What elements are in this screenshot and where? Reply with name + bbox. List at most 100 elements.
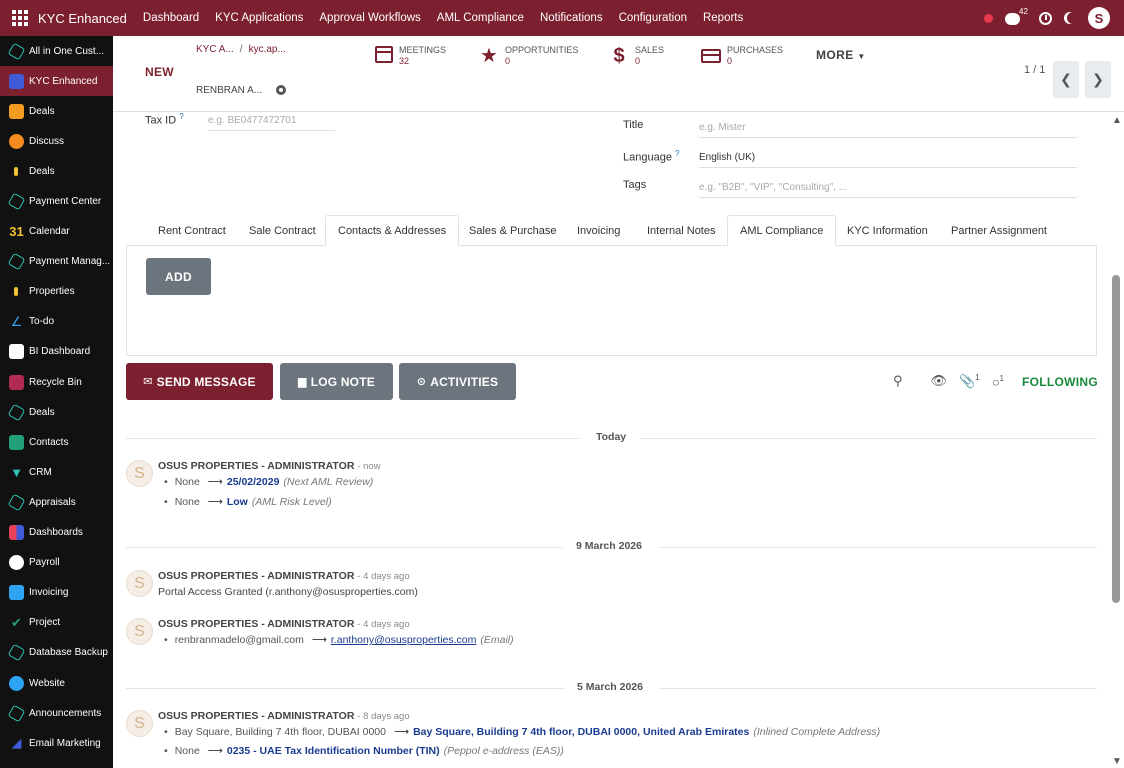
dark-mode-moon-icon[interactable] — [1067, 12, 1079, 24]
breadcrumb-root[interactable]: KYC A... — [196, 44, 234, 55]
menu-aml-compliance[interactable]: AML Compliance — [429, 12, 532, 24]
tab-sales-purchase[interactable]: Sales & Purchase — [457, 215, 568, 246]
breadcrumb-current[interactable]: kyc.ap... — [249, 44, 286, 55]
sidebar-item-deals-2[interactable]: Deals — [0, 156, 113, 186]
stat-value: 32 — [399, 56, 410, 66]
sidebar-item-label: Invoicing — [29, 587, 69, 599]
tab-partner-assignment[interactable]: Partner Assignment — [939, 215, 1059, 246]
sidebar-item-label: All in One Cust... — [29, 45, 105, 57]
status-dot-icon[interactable] — [984, 13, 993, 23]
sidebar-item-all-in-one[interactable]: All in One Cust... — [0, 36, 113, 66]
sales-smart-button[interactable]: $ SALES 0 — [609, 45, 664, 66]
sidebar-item-project[interactable]: ✔ Project — [0, 608, 113, 638]
invoicing-icon — [9, 585, 24, 601]
stat-label: OPPORTUNITIES — [505, 45, 579, 55]
help-icon[interactable]: ? — [179, 112, 183, 121]
eye-icon[interactable]: 👁 — [931, 373, 948, 389]
tab-internal-notes[interactable]: Internal Notes — [635, 215, 727, 246]
sidebar-item-dashboards[interactable]: Dashboards — [0, 518, 113, 548]
sidebar-item-label: Deals — [29, 105, 55, 117]
menu-kyc-applications[interactable]: KYC Applications — [207, 12, 311, 24]
sidebar-item-calendar[interactable]: 31 Calendar — [0, 217, 113, 247]
menu-reports[interactable]: Reports — [695, 12, 751, 24]
sidebar-item-payment-management[interactable]: Payment Manag... — [0, 247, 113, 277]
sidebar-item-contacts[interactable]: Contacts — [0, 427, 113, 457]
following-button[interactable]: FOLLOWING — [1022, 375, 1098, 389]
followers-button[interactable]: ○1 — [992, 374, 1004, 389]
sidebar-item-properties[interactable]: Properties — [0, 277, 113, 307]
sidebar-item-appraisals[interactable]: Appraisals — [0, 487, 113, 517]
tab-contacts-addresses[interactable]: Contacts & Addresses — [325, 215, 460, 246]
tab-kyc-information[interactable]: KYC Information — [835, 215, 940, 246]
tab-content: ADD — [126, 245, 1097, 356]
dollar-icon: $ — [613, 45, 625, 67]
apps-menu-icon[interactable] — [10, 8, 30, 28]
day-separator: Today — [126, 431, 1097, 445]
tax-id-field[interactable]: e.g. BE0477472701 — [208, 115, 335, 131]
sidebar-item-todo[interactable]: ∠ To-do — [0, 307, 113, 337]
activity-clock-icon[interactable] — [1039, 11, 1052, 25]
sidebar-item-discuss[interactable]: Discuss — [0, 126, 113, 156]
vertical-scrollbar[interactable]: ▲ ▼ — [1110, 112, 1124, 768]
sidebar-item-kyc-enhanced[interactable]: KYC Enhanced — [0, 66, 113, 97]
tab-invoicing[interactable]: Invoicing — [565, 215, 632, 246]
sidebar-item-database-backup[interactable]: Database Backup — [0, 638, 113, 668]
avatar[interactable]: S — [126, 618, 153, 645]
menu-approval-workflows[interactable]: Approval Workflows — [311, 12, 428, 24]
meetings-smart-button[interactable]: MEETINGS 32 — [375, 45, 446, 66]
sidebar-item-website[interactable]: Website — [0, 668, 113, 698]
message-author: OSUS PROPERTIES - ADMINISTRATOR - 4 days… — [158, 618, 410, 630]
app-brand[interactable]: KYC Enhanced — [38, 11, 127, 26]
new-button[interactable]: NEW — [145, 65, 174, 79]
attachments-button[interactable]: 📎1 — [959, 373, 980, 389]
todo-icon: ∠ — [10, 313, 23, 329]
messaging-icon[interactable]: 42 — [1005, 7, 1028, 26]
avatar[interactable]: S — [126, 460, 153, 487]
sidebar-item-payroll[interactable]: Payroll — [0, 548, 113, 578]
tab-aml-compliance[interactable]: AML Compliance — [727, 215, 837, 246]
menu-notifications[interactable]: Notifications — [532, 12, 611, 24]
sidebar-item-deals[interactable]: Deals — [0, 96, 113, 126]
sidebar-item-bi-dashboard[interactable]: BI Dashboard — [0, 337, 113, 367]
sidebar-item-payment-center[interactable]: Payment Center — [0, 186, 113, 216]
pager-next-button[interactable]: ❯ — [1085, 61, 1111, 98]
sidebar-item-crm[interactable]: ▼ CRM — [0, 457, 113, 487]
scrollbar-thumb[interactable] — [1112, 275, 1120, 603]
scroll-down-arrow-icon[interactable]: ▼ — [1112, 756, 1122, 767]
menu-dashboard[interactable]: Dashboard — [135, 12, 207, 24]
sidebar-item-recycle-bin[interactable]: Recycle Bin — [0, 367, 113, 397]
chatter-message: S OSUS PROPERTIES - ADMINISTRATOR - 4 da… — [126, 570, 1097, 600]
project-icon: ✔ — [11, 614, 22, 630]
menu-configuration[interactable]: Configuration — [611, 12, 695, 24]
scroll-up-arrow-icon[interactable]: ▲ — [1112, 115, 1122, 126]
pager-value[interactable]: 1 / 1 — [1024, 64, 1045, 76]
send-message-button[interactable]: ✉ SEND MESSAGE — [126, 363, 273, 400]
sidebar-item-invoicing[interactable]: Invoicing — [0, 578, 113, 608]
avatar[interactable]: S — [126, 570, 153, 597]
sidebar-item-announcements[interactable]: Announcements — [0, 698, 113, 728]
opportunities-smart-button[interactable]: ★ OPPORTUNITIES 0 — [479, 45, 578, 66]
pager-previous-button[interactable]: ❮ — [1053, 61, 1079, 98]
day-separator: 9 March 2026 — [126, 540, 1097, 554]
log-note-button[interactable]: ▆ LOG NOTE — [280, 363, 393, 400]
language-field[interactable]: English (UK) — [699, 152, 1077, 168]
more-dropdown[interactable]: MORE ▼ — [816, 48, 866, 62]
tax-id-label: Tax ID ? — [145, 112, 184, 127]
help-icon[interactable]: ? — [675, 149, 679, 158]
sidebar-item-label: Payment Center — [29, 196, 102, 208]
user-avatar[interactable]: S — [1088, 7, 1110, 29]
tab-rent-contract[interactable]: Rent Contract — [146, 215, 238, 246]
gear-icon[interactable] — [276, 85, 286, 95]
sidebar-item-email-marketing[interactable]: ◢ Email Marketing — [0, 728, 113, 758]
sidebar-item-deals-3[interactable]: Deals — [0, 397, 113, 427]
avatar[interactable]: S — [126, 710, 153, 737]
add-button[interactable]: ADD — [146, 258, 211, 295]
activities-button[interactable]: ⊙ ACTIVITIES — [399, 363, 516, 400]
tab-sale-contract[interactable]: Sale Contract — [237, 215, 328, 246]
search-icon[interactable]: ⚲ — [893, 373, 903, 389]
purchases-smart-button[interactable]: PURCHASES 0 — [701, 45, 783, 66]
sidebar-item-label: Payment Manag... — [29, 256, 111, 268]
title-field[interactable]: e.g. Mister — [699, 122, 1077, 138]
tags-field[interactable]: e.g. "B2B", "VIP", "Consulting", ... — [699, 182, 1077, 198]
sidebar-item-label: Properties — [29, 286, 75, 298]
